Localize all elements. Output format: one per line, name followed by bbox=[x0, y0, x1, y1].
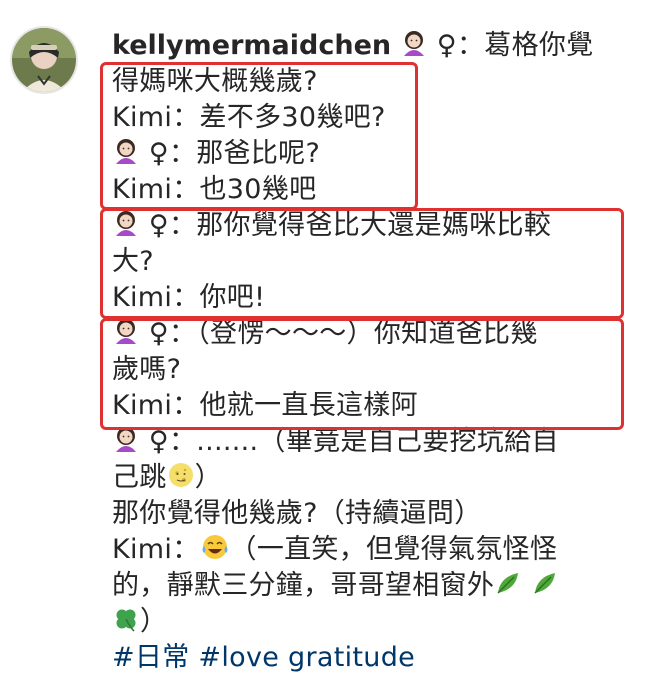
avatar[interactable] bbox=[10, 26, 78, 94]
caption-line-15-text: （一直笑，但覺得氣氛怪怪 bbox=[229, 534, 558, 565]
caption-line-1-text: ♀：葛格你覺 bbox=[428, 30, 594, 61]
caption-line-16-text: 的，靜默三分鐘，哥哥望相窗外 bbox=[112, 570, 495, 601]
username-link[interactable]: kellymermaidchen bbox=[112, 30, 391, 61]
hashtag-trailing-text: gratitude bbox=[288, 642, 416, 673]
caption-line-15-speaker: Kimi： bbox=[112, 534, 200, 565]
tears-of-joy-icon bbox=[200, 533, 230, 561]
leaf-icon bbox=[494, 569, 522, 597]
full-moon-face-icon bbox=[167, 461, 195, 489]
caption-line-15: Kimi： （一直笑，但覺得氣氛怪怪 bbox=[112, 532, 637, 568]
four-leaf-clover-icon bbox=[112, 605, 140, 633]
woman-icon bbox=[400, 29, 428, 57]
caption-line-13-text: 己跳 bbox=[112, 462, 167, 493]
caption-line-14: 那你覺得他幾歲?（持續逼問） bbox=[112, 498, 482, 529]
caption-line-17-text: ） bbox=[140, 606, 168, 637]
caption-line-17: ） bbox=[112, 604, 637, 640]
highlight-box-1 bbox=[100, 62, 418, 210]
caption-line-12-text: ♀：.......（畢竟是自己要挖坑給自 bbox=[140, 426, 559, 457]
hashtag-line: #日常 #love gratitude bbox=[112, 640, 637, 676]
hashtag-link[interactable]: #日常 bbox=[112, 642, 190, 673]
highlight-box-2 bbox=[100, 208, 624, 319]
hashtag-link[interactable]: #love bbox=[198, 642, 279, 673]
caption-line-13: 己跳 ） bbox=[112, 460, 637, 496]
caption-line-16: 的，靜默三分鐘，哥哥望相窗外 bbox=[112, 568, 637, 604]
leaf-icon bbox=[531, 569, 559, 597]
caption-line-1: kellymermaidchen ♀：葛格你覺 bbox=[112, 28, 637, 64]
caption-line-13-close: ） bbox=[194, 462, 222, 493]
highlight-box-3 bbox=[100, 318, 624, 430]
